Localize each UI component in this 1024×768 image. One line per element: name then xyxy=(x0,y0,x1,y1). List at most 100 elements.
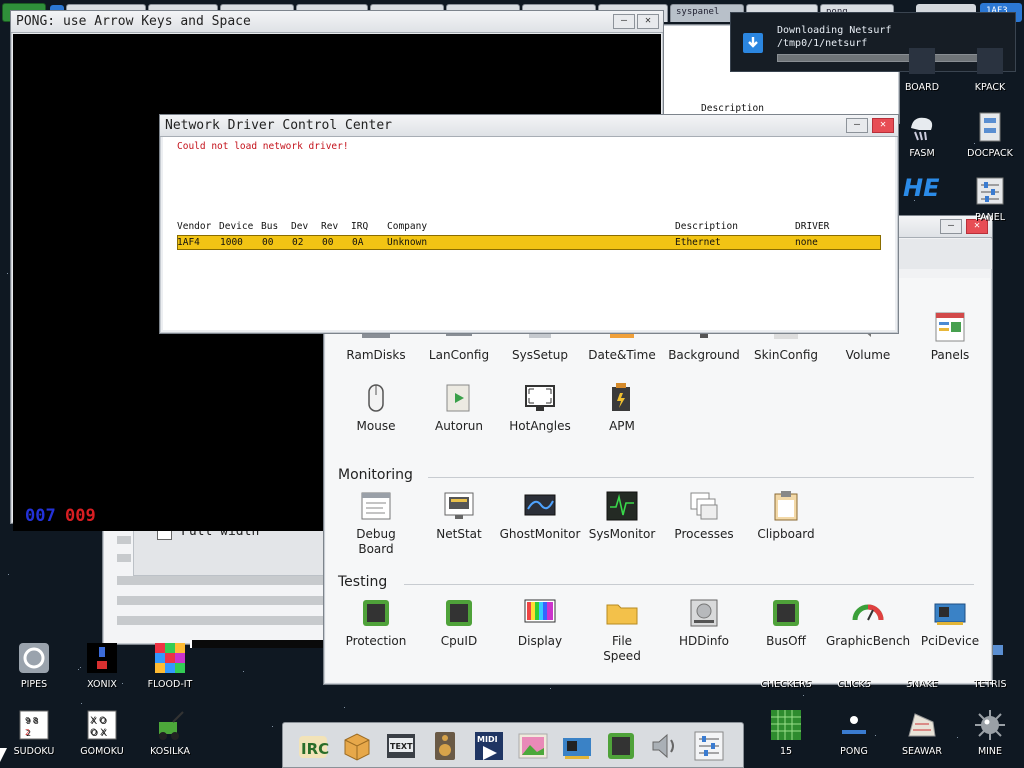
star xyxy=(272,726,273,727)
star xyxy=(243,671,244,672)
panel-item-clipboard[interactable]: Clipboard xyxy=(744,489,828,541)
panel-item-protection[interactable]: Protection xyxy=(334,596,418,648)
desktop-icon-label: FASM xyxy=(909,148,935,159)
package-icon[interactable] xyxy=(341,730,373,762)
text-icon[interactable]: TEXT xyxy=(385,730,417,762)
desktop-icon-mine[interactable]: MINE xyxy=(956,708,1024,757)
board-icon xyxy=(905,44,939,78)
panel-item-display[interactable]: Display xyxy=(498,596,582,648)
placeholder-bar xyxy=(117,616,327,625)
close-button[interactable]: ✕ xyxy=(637,14,659,29)
desktop-icon-xonix[interactable]: XONIX xyxy=(68,641,136,690)
cell-device: 1000 xyxy=(220,237,243,248)
pcidevice-icon xyxy=(933,596,967,630)
desktop-icon-sudoku[interactable]: 9 8 2 SUDOKU xyxy=(0,708,68,757)
mouse-cursor-icon xyxy=(0,748,7,762)
panel-item-label: SysMonitor xyxy=(588,527,656,541)
pong-titlebar[interactable]: PONG: use Arrow Keys and Space — ✕ xyxy=(11,11,663,33)
desktop-icon-seawar[interactable]: SEAWAR xyxy=(888,708,956,757)
table-row[interactable] xyxy=(177,235,881,250)
hotangles-icon xyxy=(523,381,557,415)
mine-icon xyxy=(973,708,1007,742)
desktop-icon-fasm[interactable]: FASM xyxy=(888,110,956,159)
cell-driver: none xyxy=(795,237,818,248)
panel-item-apm[interactable]: APM xyxy=(580,381,664,433)
desktop-icon-snake[interactable]: SNAKE xyxy=(888,641,956,690)
desktop-icon-label: TETRIS xyxy=(973,679,1007,690)
irc-icon[interactable]: IRC xyxy=(297,730,329,762)
desktop-icon-label: GOMOKU xyxy=(80,746,124,757)
desktop-icon-gomoku[interactable]: X O O X GOMOKU xyxy=(68,708,136,757)
desktop-icon-label: SUDOKU xyxy=(13,746,55,757)
panel-item-label: HotAngles xyxy=(509,419,571,433)
notification-path: /tmp0/1/netsurf xyxy=(777,38,868,49)
network-card-icon[interactable] xyxy=(561,730,593,762)
panel-item-debug-board[interactable]: Debug Board xyxy=(334,489,418,557)
desktop-icon-panel[interactable]: PANEL xyxy=(956,174,1024,223)
star xyxy=(8,574,9,575)
panel-item-panels[interactable]: Panels xyxy=(908,310,992,362)
panel-item-label: Mouse xyxy=(356,419,396,433)
panel-item-processes[interactable]: Processes xyxy=(662,489,746,541)
network-driver-titlebar[interactable]: Network Driver Control Center — ✕ xyxy=(160,115,898,137)
speaker-icon[interactable] xyxy=(429,730,461,762)
panel-item-autorun[interactable]: Autorun xyxy=(417,381,501,433)
minimize-button[interactable]: — xyxy=(846,118,868,133)
desktop-icon-flood-it[interactable]: FLOOD-IT xyxy=(136,641,204,690)
volume-icon[interactable] xyxy=(649,730,681,762)
panel-item-label: NetStat xyxy=(436,527,482,541)
panel-item-netstat[interactable]: NetStat xyxy=(417,489,501,541)
desktop-icon-kpack[interactable]: KPACK xyxy=(956,44,1024,93)
sliders-icon[interactable] xyxy=(693,730,725,762)
desktop-icon-15[interactable]: 15 xyxy=(752,708,820,757)
chip-icon[interactable] xyxy=(605,730,637,762)
desktop-icon-checkers[interactable]: CHECKERS xyxy=(752,641,820,690)
column-header-description: Description xyxy=(675,221,738,232)
15-icon xyxy=(769,708,803,742)
panel-item-label: CpuID xyxy=(440,634,478,648)
panel-item-label: File Speed xyxy=(603,634,641,663)
section-divider xyxy=(428,477,974,478)
netstat-icon xyxy=(442,489,476,523)
desktop-icon-docpack[interactable]: DOCPACK xyxy=(956,110,1024,159)
panel-item-cpuid[interactable]: CpuID xyxy=(417,596,501,648)
cell-vendor: 1AF4 xyxy=(177,237,200,248)
panel-item-label: SkinConfig xyxy=(753,348,818,362)
svg-text:2: 2 xyxy=(25,728,30,737)
desktop-icon-pipes[interactable]: PIPES xyxy=(0,641,68,690)
desktop-icon-kosilka[interactable]: KOSILKA xyxy=(136,708,204,757)
desktop-icon-label: 15 xyxy=(779,746,793,757)
placeholder-bar xyxy=(117,576,327,585)
svg-text:TEXT: TEXT xyxy=(390,742,413,751)
panel-item-label: Autorun xyxy=(434,419,483,433)
panel-item-hotangles[interactable]: HotAngles xyxy=(498,381,582,433)
desktop-icon-label: FLOOD-IT xyxy=(147,679,193,690)
panel-item-ghostmonitor[interactable]: GhostMonitor xyxy=(498,489,582,541)
panel-item-label: HDDinfo xyxy=(678,634,729,648)
column-header-company: Company xyxy=(387,221,428,232)
picture-icon[interactable] xyxy=(517,730,549,762)
section-divider xyxy=(404,584,974,585)
desktop-icon-he[interactable]: HE xyxy=(903,174,939,202)
desktop-icon-label: KOSILKA xyxy=(150,746,190,757)
panel-item-mouse[interactable]: Mouse xyxy=(334,381,418,433)
desktop-icon-board[interactable]: BOARD xyxy=(888,44,956,93)
minimize-button[interactable]: — xyxy=(613,14,635,29)
column-header-device: Device xyxy=(219,221,254,232)
midi-icon[interactable]: MIDI xyxy=(473,730,505,762)
panel-item-label: SysSetup xyxy=(512,348,568,362)
desktop-icon-label: PANEL xyxy=(974,212,1006,223)
panel-item-sysmonitor[interactable]: SysMonitor xyxy=(580,489,664,541)
desktop-icon-clicks[interactable]: CLICKS xyxy=(820,641,888,690)
cell-bus: 00 xyxy=(262,237,274,248)
panel-item-hddinfo[interactable]: HDDinfo xyxy=(662,596,746,648)
desktop-icon-tetris[interactable]: TETRIS xyxy=(956,641,1024,690)
graphicbench-icon xyxy=(851,596,885,630)
kpack-icon xyxy=(973,44,1007,78)
panel-item-file-speed[interactable]: File Speed xyxy=(580,596,664,664)
gomoku-icon: X O O X xyxy=(85,708,119,742)
panels-icon xyxy=(933,310,967,344)
desktop-icon-label: BOARD xyxy=(904,82,940,93)
desktop-icon-label: CHECKERS xyxy=(760,679,812,690)
desktop-icon-pong[interactable]: PONG xyxy=(820,708,888,757)
